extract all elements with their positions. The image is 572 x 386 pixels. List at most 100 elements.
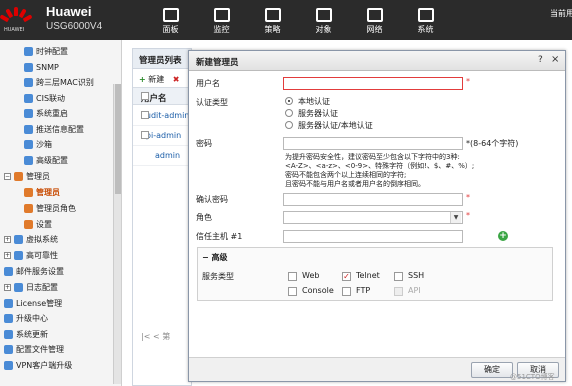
delete-icon[interactable]: ✖ [173, 75, 180, 84]
top-bar: HUAWEI Huawei USG6000V4 面板 监控 策略 对象 网络 系… [0, 0, 572, 40]
sidebar-item[interactable]: 邮件服务设置 [4, 264, 64, 278]
sidebar-item[interactable]: 跨三层MAC识别 [24, 75, 94, 89]
ftp-checkbox[interactable] [342, 287, 351, 296]
menu-item-icon [24, 62, 33, 72]
nav-monitor[interactable]: 监控 [196, 0, 247, 40]
api-checkbox [394, 287, 403, 296]
menu-item-icon [24, 93, 33, 103]
auth-server-label[interactable]: 服务器认证 [298, 108, 338, 119]
sidebar-item[interactable]: 管理员角色 [24, 201, 76, 215]
menu-item-icon [4, 360, 13, 370]
dialog-title: 新建管理员 [196, 58, 239, 68]
sidebar-item[interactable]: 时钟配置 [24, 44, 68, 58]
nav-network[interactable]: 网络 [349, 0, 400, 40]
table-row[interactable]: audit-admin [133, 106, 191, 126]
web-label[interactable]: Web [302, 271, 319, 280]
sidebar-item[interactable]: VPN客户端升级 [4, 358, 72, 372]
sidebar-item-label: 管理员 [26, 171, 50, 181]
password-input[interactable] [283, 137, 463, 150]
huawei-logo-icon [0, 7, 33, 25]
sidebar-item[interactable]: 系统更新 [4, 327, 48, 341]
new-button[interactable]: 新建 [148, 75, 164, 84]
menu-item-icon [4, 329, 13, 339]
add-icon[interactable]: + [498, 231, 508, 241]
password-rule: *(8-64个字符) [466, 139, 519, 148]
sidebar-item-label: 高可靠性 [26, 250, 58, 260]
confirm-password-label: 确认密码 [196, 195, 228, 204]
expand-icon[interactable]: + [4, 283, 11, 291]
sidebar-item-label: 设置 [36, 219, 52, 229]
sidebar-item-label: 升级中心 [16, 313, 48, 323]
menu-item-icon [24, 187, 33, 197]
trusted-host-input[interactable] [283, 230, 463, 243]
row-checkbox[interactable] [141, 131, 149, 139]
sidebar-item-label: VPN客户端升级 [16, 360, 73, 370]
menu-item-icon [24, 219, 33, 229]
sidebar-item[interactable]: 高级配置 [24, 153, 68, 167]
sidebar-scrollbar[interactable] [113, 84, 121, 384]
sidebar-item-label: SNMP [36, 62, 59, 72]
auth-local-label[interactable]: 本地认证 [298, 96, 330, 107]
collapse-icon[interactable]: − [202, 253, 209, 262]
advanced-header[interactable]: − 高级 [202, 252, 228, 263]
sidebar-item[interactable]: 系统重启 [24, 106, 68, 120]
sidebar-item[interactable]: 推送信息配置 [24, 122, 84, 136]
sidebar-item[interactable]: 设置 [24, 217, 52, 231]
web-checkbox[interactable] [288, 272, 297, 281]
sidebar-item[interactable]: CIS联动 [24, 91, 65, 105]
scroll-thumb[interactable] [115, 84, 121, 194]
auth-server-radio[interactable] [285, 109, 293, 117]
close-icon[interactable]: × [551, 54, 559, 65]
select-all-checkbox[interactable] [141, 92, 149, 100]
table-row[interactable]: admin [133, 146, 191, 166]
collapse-icon[interactable]: − [4, 172, 11, 180]
nav-object[interactable]: 对象 [298, 0, 349, 40]
sidebar-item-label: 沙箱 [36, 139, 52, 149]
sidebar-item-label: 邮件服务设置 [16, 266, 64, 276]
ftp-label[interactable]: FTP [356, 286, 370, 295]
sidebar-item-label: 系统更新 [16, 329, 48, 339]
help-icon[interactable]: ? [538, 55, 543, 65]
telnet-checkbox[interactable]: ✓ [342, 272, 351, 281]
sidebar-item[interactable]: + 高可靠性 [4, 248, 58, 262]
row-checkbox[interactable] [141, 111, 149, 119]
telnet-label[interactable]: Telnet [356, 271, 380, 280]
table-row[interactable]: api-admin [133, 126, 191, 146]
sidebar-item[interactable]: + 虚拟系统 [4, 232, 58, 246]
role-select[interactable] [283, 211, 463, 224]
trusted-host-label: 信任主机 #1 [196, 232, 243, 241]
system-icon [417, 8, 434, 22]
ssh-label[interactable]: SSH [408, 271, 424, 280]
password-hint: 为提升密码安全性，建议密码至少包含以下字符中的3种: <A-Z>、<a-z>、<… [285, 153, 475, 188]
menu-item-icon [24, 124, 33, 134]
sidebar-item[interactable]: 配置文件管理 [4, 342, 64, 356]
sidebar-item[interactable]: − 管理员 [4, 169, 50, 183]
expand-icon[interactable]: + [4, 235, 11, 243]
expand-icon[interactable]: + [4, 251, 11, 259]
chevron-down-icon[interactable]: ▼ [450, 212, 461, 223]
nav-dashboard[interactable]: 面板 [145, 0, 196, 40]
add-icon[interactable]: + [139, 75, 146, 84]
sidebar-item[interactable]: SNMP [24, 60, 59, 74]
sidebar-item[interactable]: 升级中心 [4, 311, 48, 325]
username-input[interactable] [283, 77, 463, 90]
auth-server-local-radio[interactable] [285, 121, 293, 129]
ok-button[interactable]: 确定 [471, 362, 513, 378]
list-toolbar: + 新建 ✖ [133, 70, 191, 86]
confirm-password-input[interactable] [283, 193, 463, 206]
sidebar-item[interactable]: + 日志配置 [4, 280, 58, 294]
menu-item-icon [14, 234, 23, 244]
auth-server-local-label[interactable]: 服务器认证/本地认证 [298, 120, 373, 131]
sidebar-item[interactable]: 沙箱 [24, 137, 52, 151]
auth-local-radio[interactable] [285, 97, 293, 105]
ssh-checkbox[interactable] [394, 272, 403, 281]
sidebar-item-label: 日志配置 [26, 282, 58, 292]
console-label[interactable]: Console [302, 286, 334, 295]
sidebar-item[interactable]: License管理 [4, 296, 62, 310]
nav-system[interactable]: 系统 [400, 0, 451, 40]
nav-policy[interactable]: 策略 [247, 0, 298, 40]
console-checkbox[interactable] [288, 287, 297, 296]
sidebar-item[interactable]: 管理员 [24, 185, 60, 199]
brand: HUAWEI Huawei USG6000V4 [0, 0, 112, 40]
brand-name: Huawei [46, 4, 92, 19]
